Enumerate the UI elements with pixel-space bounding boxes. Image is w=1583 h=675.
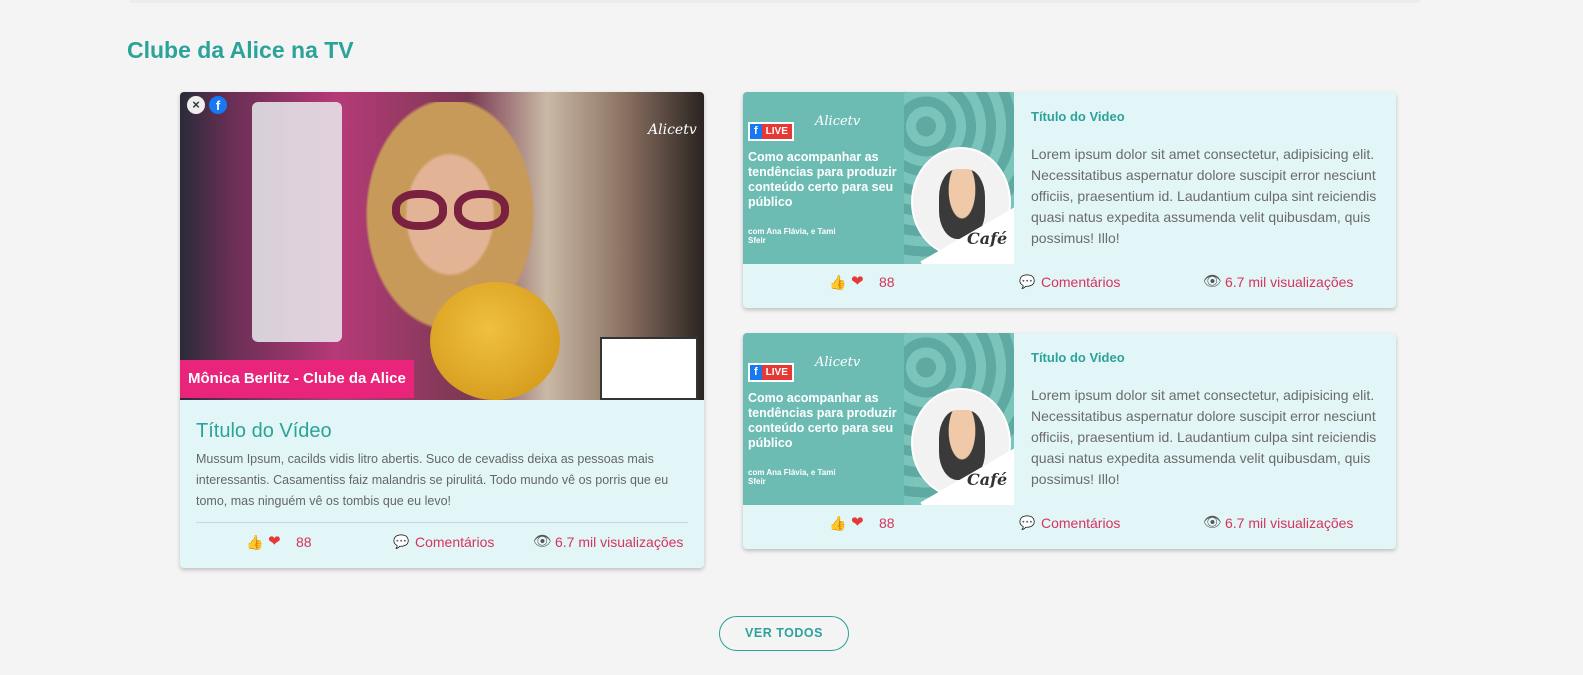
reactions[interactable]: 👍 ❤ 88: [829, 511, 895, 535]
thumbnail-caption: Mônica Berlitz - Clube da Alice: [180, 360, 414, 398]
plush-toy: [430, 282, 560, 400]
close-icon[interactable]: ×: [187, 96, 205, 114]
comments-label: Comentários: [1041, 274, 1121, 290]
facebook-live-badge: f LIVE: [748, 363, 794, 382]
thumbnail-hosts: com Ana Flávia, e Tami Sfeir: [748, 468, 836, 486]
eye-icon: 👁: [1203, 514, 1223, 531]
comments-link[interactable]: 💬 Comentários: [393, 530, 494, 554]
reactions[interactable]: 👍 ❤ 88: [829, 270, 895, 294]
thumbs-up-icon: 👍: [829, 515, 847, 531]
thumbnail-headline: Como acompanhar as tendências para produ…: [748, 391, 897, 450]
card-divider: [196, 522, 688, 523]
cafe-logo: Café: [967, 470, 1008, 489]
featured-video-description: Mussum Ipsum, cacilds vidis litro aberti…: [196, 452, 669, 508]
views-label: 6.7 mil visualizações: [555, 534, 684, 550]
eye-icon: 👁: [533, 533, 553, 550]
video-stats: 👍 ❤ 88 💬 Comentários 👁 6.7 mil visualiza…: [743, 511, 1396, 535]
video-thumbnail[interactable]: f LIVE Alicetv Como acompanhar as tendên…: [743, 92, 1014, 264]
video-description: Lorem ipsum dolor sit amet consectetur, …: [1031, 146, 1377, 246]
ver-todos-button[interactable]: VER TODOS: [719, 616, 849, 651]
top-divider: [130, 0, 1420, 3]
thumbs-up-icon: 👍: [246, 534, 264, 550]
heart-icon: ❤: [851, 514, 864, 531]
comments-link[interactable]: 💬 Comentários: [1019, 270, 1120, 294]
notepad-window: [600, 337, 698, 400]
reactions[interactable]: 👍 ❤ 88: [246, 530, 312, 554]
featured-video-title[interactable]: Título do Vídeo: [196, 420, 688, 443]
comments-label: Comentários: [1041, 515, 1121, 531]
eye-icon: 👁: [1203, 273, 1223, 290]
views-info: 👁 6.7 mil visualizações: [1203, 511, 1353, 535]
video-card[interactable]: f LIVE Alicetv Como acompanhar as tendên…: [743, 92, 1396, 308]
heart-icon: ❤: [851, 273, 864, 290]
section-title: Clube da Alice na TV: [127, 37, 354, 63]
facebook-icon: f: [209, 96, 227, 114]
video-thumbnail[interactable]: f LIVE Alicetv Como acompanhar as tendên…: [743, 333, 1014, 505]
facebook-live-badge: f LIVE: [748, 122, 794, 141]
video-stats: 👍 ❤ 88 💬 Comentários 👁 6.7 mil visualiza…: [743, 270, 1396, 294]
views-info: 👁 6.7 mil visualizações: [533, 530, 683, 554]
featured-video-thumbnail[interactable]: Alicetv × f Mônica Berlitz - Clube da Al…: [180, 92, 704, 400]
comment-icon: 💬: [1019, 274, 1036, 289]
alicetv-logo: Alicetv: [815, 355, 861, 370]
views-label: 6.7 mil visualizações: [1225, 515, 1354, 531]
facebook-icon: f: [750, 365, 762, 380]
alicetv-logo: Alicetv: [815, 114, 861, 129]
phone-screen: [252, 102, 342, 342]
comment-icon: 💬: [1019, 515, 1036, 530]
heart-icon: ❤: [268, 533, 281, 550]
views-label: 6.7 mil visualizações: [1225, 274, 1354, 290]
live-label: LIVE: [761, 365, 792, 380]
thumbs-up-icon: 👍: [829, 274, 847, 290]
comment-icon: 💬: [393, 534, 410, 549]
like-count: 88: [879, 274, 895, 290]
thumbnail-headline: Como acompanhar as tendências para produ…: [748, 150, 897, 209]
video-title[interactable]: Título do Video: [1031, 350, 1125, 365]
comments-link[interactable]: 💬 Comentários: [1019, 511, 1120, 535]
cafe-logo: Café: [967, 229, 1008, 248]
live-label: LIVE: [761, 124, 792, 139]
video-description: Lorem ipsum dolor sit amet consectetur, …: [1031, 387, 1377, 487]
like-count: 88: [296, 534, 312, 550]
comments-label: Comentários: [415, 534, 495, 550]
video-title[interactable]: Título do Video: [1031, 109, 1125, 124]
facebook-icon: f: [750, 124, 762, 139]
glasses-shape: [392, 190, 517, 230]
alicetv-logo: Alicetv: [648, 122, 697, 138]
views-info: 👁 6.7 mil visualizações: [1203, 270, 1353, 294]
thumbnail-hosts: com Ana Flávia, e Tami Sfeir: [748, 227, 836, 245]
like-count: 88: [879, 515, 895, 531]
featured-video-card[interactable]: Alicetv × f Mônica Berlitz - Clube da Al…: [180, 92, 704, 568]
featured-video-stats: 👍 ❤ 88 💬 Comentários 👁 6.7 mil visualiza…: [180, 530, 704, 554]
video-card[interactable]: f LIVE Alicetv Como acompanhar as tendên…: [743, 333, 1396, 549]
